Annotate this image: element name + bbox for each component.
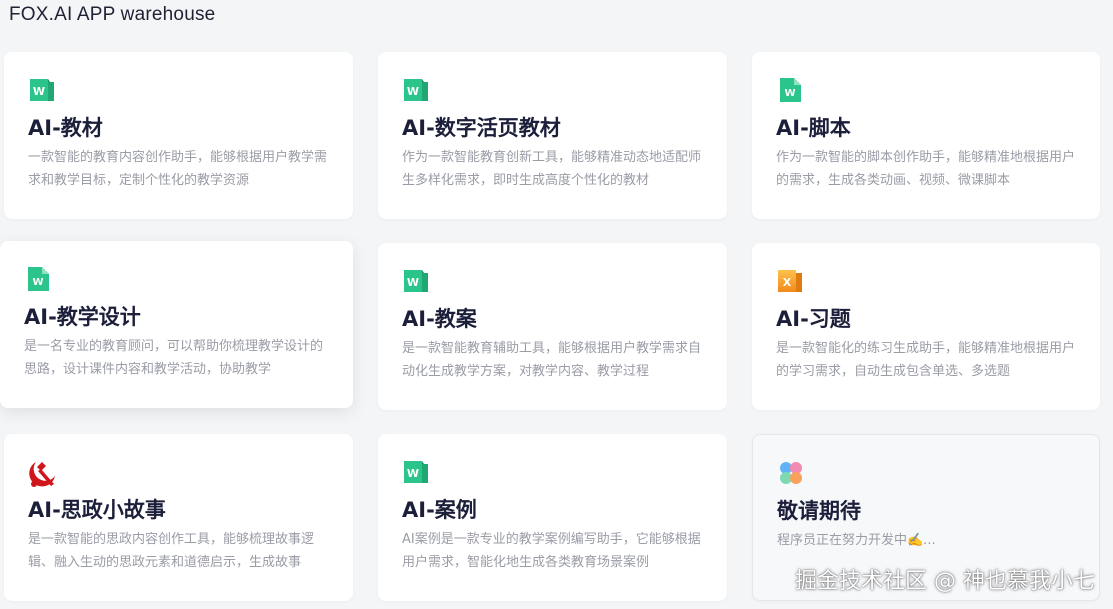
svg-text:W: W xyxy=(407,85,419,98)
app-card-ai-exercises[interactable]: X AI-习题 是一款智能化的练习生成助手，能够精准地根据用户的学习需求，自动生… xyxy=(752,243,1100,410)
app-card-ai-case-study[interactable]: W AI-案例 AI案例是一款专业的教学案例编写助手，它能够根据用户需求，智能化… xyxy=(378,434,727,601)
svg-text:W: W xyxy=(784,88,795,99)
card-description: AI案例是一款专业的教学案例编写助手，它能够根据用户需求，智能化地生成各类教育场… xyxy=(402,532,701,570)
app-card-ai-script[interactable]: W AI-脚本 作为一款智能的脚本创作助手，能够精准地根据用户的需求，生成各类动… xyxy=(752,52,1100,219)
app-card-ai-textbook[interactable]: W AI-教材 一款智能的教育内容创作助手，能够根据用户教学需求和教学目标，定制… xyxy=(4,52,353,219)
card-title: AI-思政小故事 xyxy=(28,498,166,522)
card-title: AI-教案 xyxy=(402,307,477,331)
word-doc-icon: W xyxy=(402,267,430,295)
app-card-ai-ideology-stories[interactable]: AI-思政小故事 是一款智能的思政内容创作工具，能够梳理故事逻辑、融入生动的思政… xyxy=(4,434,353,601)
hammer-sickle-icon xyxy=(28,458,56,487)
svg-text:W: W xyxy=(33,85,45,98)
page-title: FOX.AI APP warehouse xyxy=(9,4,216,25)
app-card-ai-lesson-plan[interactable]: W AI-教案 是一款智能教育辅助工具，能够根据用户教学需求自动化生成教学方案，… xyxy=(378,243,727,410)
card-title: AI-教材 xyxy=(28,116,103,140)
watermark: 掘金技术社区 @ 神也慕我小七 xyxy=(795,569,1095,594)
app-card-ai-teaching-design[interactable]: W AI-教学设计 是一名专业的教育顾问，可以帮助你梳理教学设计的思路，设计课件… xyxy=(0,241,353,408)
card-title: 敬请期待 xyxy=(777,499,861,523)
card-description: 作为一款智能的脚本创作助手，能够精准地根据用户的需求，生成各类动画、视频、微课脚… xyxy=(776,150,1076,188)
card-description: 程序员正在努力开发中✍️... xyxy=(777,533,936,548)
card-title: AI-数字活页教材 xyxy=(402,116,561,140)
card-title: AI-案例 xyxy=(402,498,477,522)
word-file-icon: W xyxy=(776,76,804,104)
word-doc-icon: W xyxy=(402,458,430,486)
card-description: 是一款智能化的练习生成助手，能够精准地根据用户的学习需求，自动生成包含单选、多选… xyxy=(776,341,1076,379)
svg-text:W: W xyxy=(407,276,419,289)
card-description: 是一款智能教育辅助工具，能够根据用户教学需求自动化生成教学方案，对教学内容、教学… xyxy=(402,341,702,379)
app-grid: W AI-教材 一款智能的教育内容创作助手，能够根据用户教学需求和教学目标，定制… xyxy=(0,52,1100,601)
card-description: 是一款智能的思政内容创作工具，能够梳理故事逻辑、融入生动的思政元素和道德启示，生… xyxy=(28,532,315,570)
card-title: AI-脚本 xyxy=(776,116,851,140)
word-doc-icon: W xyxy=(402,76,430,104)
svg-text:X: X xyxy=(783,276,792,289)
card-title: AI-习题 xyxy=(776,307,851,331)
card-description: 是一名专业的教育顾问，可以帮助你梳理教学设计的思路，设计课件内容和教学活动，协助… xyxy=(24,339,324,377)
excel-icon: X xyxy=(776,267,804,295)
word-file-icon: W xyxy=(24,265,52,293)
card-title: AI-教学设计 xyxy=(24,305,141,329)
card-description: 作为一款智能教育创新工具，能够精准动态地适配师生多样化需求，即时生成高度个性化的… xyxy=(402,150,702,188)
card-description: 一款智能的教育内容创作助手，能够根据用户教学需求和教学目标，定制个性化的教学资源 xyxy=(28,150,328,188)
app-card-ai-digital-loose-leaf-textbook[interactable]: W AI-数字活页教材 作为一款智能教育创新工具，能够精准动态地适配师生多样化需… xyxy=(378,52,727,219)
svg-text:W: W xyxy=(407,467,419,480)
clover-icon xyxy=(777,459,805,487)
svg-text:W: W xyxy=(32,277,43,288)
word-doc-icon: W xyxy=(28,76,56,104)
